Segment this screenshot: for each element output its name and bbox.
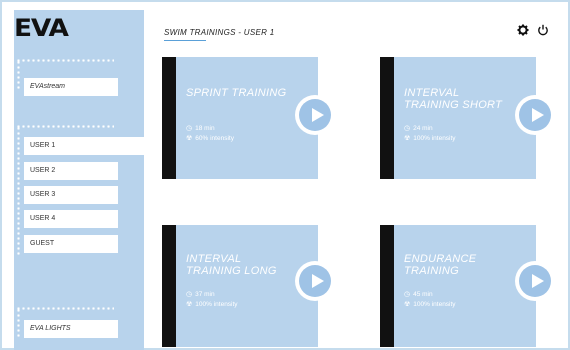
sidebar-item-user-3[interactable]: USER 3 [24, 186, 118, 204]
card-duration: ◷ 37 min [186, 291, 215, 298]
card-intensity: ☢ 100% intensity [404, 135, 456, 142]
play-icon [312, 274, 324, 288]
intensity-icon: ☢ [186, 135, 193, 142]
card-bar [380, 57, 394, 179]
app-logo: EVA [14, 14, 69, 42]
card-title: SPRINT TRAINING [186, 87, 287, 99]
sidebar-item-guest[interactable]: GUEST [24, 235, 118, 253]
sidebar-item-user-4[interactable]: USER 4 [24, 210, 118, 228]
card-title-line1: INTERVAL [404, 87, 460, 99]
play-button[interactable] [295, 95, 335, 135]
card-title-line2: TRAINING [404, 265, 459, 277]
card-title-line1: INTERVAL [186, 253, 242, 265]
intensity-icon: ☢ [404, 301, 411, 308]
title-underline [164, 40, 206, 41]
card-intensity: ☢ 100% intensity [404, 301, 456, 308]
card-title-line2: TRAINING LONG [186, 265, 277, 277]
play-icon [312, 108, 324, 122]
play-button[interactable] [295, 261, 335, 301]
card-intensity: ☢ 60% intensity [186, 135, 234, 142]
dot-divider [16, 58, 114, 64]
sidebar-item-user-2[interactable]: USER 2 [24, 162, 118, 180]
dot-divider [16, 60, 22, 90]
card-bar [380, 225, 394, 347]
gear-icon[interactable] [517, 24, 529, 36]
intensity-icon: ☢ [404, 135, 411, 142]
evastream-button[interactable]: EVAstream [24, 78, 118, 96]
dot-divider [16, 308, 22, 338]
training-card-interval-long[interactable]: INTERVAL TRAINING LONG ◷ 37 min ☢ 100% int… [162, 225, 318, 347]
clock-icon: ◷ [404, 125, 411, 132]
play-button[interactable] [515, 95, 555, 135]
card-bar [162, 57, 176, 179]
eva-lights-button[interactable]: EVA LIGHTS [24, 320, 118, 338]
dot-divider [16, 306, 114, 312]
dot-divider [16, 124, 114, 130]
play-button[interactable] [515, 261, 555, 301]
clock-icon: ◷ [186, 291, 193, 298]
training-card-interval-short[interactable]: INTERVAL TRAINING SHORT ◷ 24 min ☢ 100% in… [380, 57, 536, 179]
card-bar [162, 225, 176, 347]
training-card-endurance[interactable]: ENDURANCE TRAINING ◷ 45 min ☢ 100% intensi… [380, 225, 536, 347]
page-title: SWIM TRAININGS - USER 1 [164, 28, 275, 37]
play-icon [532, 274, 544, 288]
card-intensity: ☢ 100% intensity [186, 301, 238, 308]
card-title-line2: TRAINING SHORT [404, 99, 503, 111]
card-duration: ◷ 24 min [404, 125, 433, 132]
intensity-icon: ☢ [186, 301, 193, 308]
dot-divider [16, 126, 22, 256]
sidebar-item-user-1[interactable]: USER 1 [24, 137, 158, 155]
clock-icon: ◷ [404, 291, 411, 298]
power-icon[interactable] [537, 24, 549, 36]
play-icon [532, 108, 544, 122]
card-title-line1: ENDURANCE [404, 253, 477, 265]
clock-icon: ◷ [186, 125, 193, 132]
card-duration: ◷ 45 min [404, 291, 433, 298]
card-duration: ◷ 18 min [186, 125, 215, 132]
